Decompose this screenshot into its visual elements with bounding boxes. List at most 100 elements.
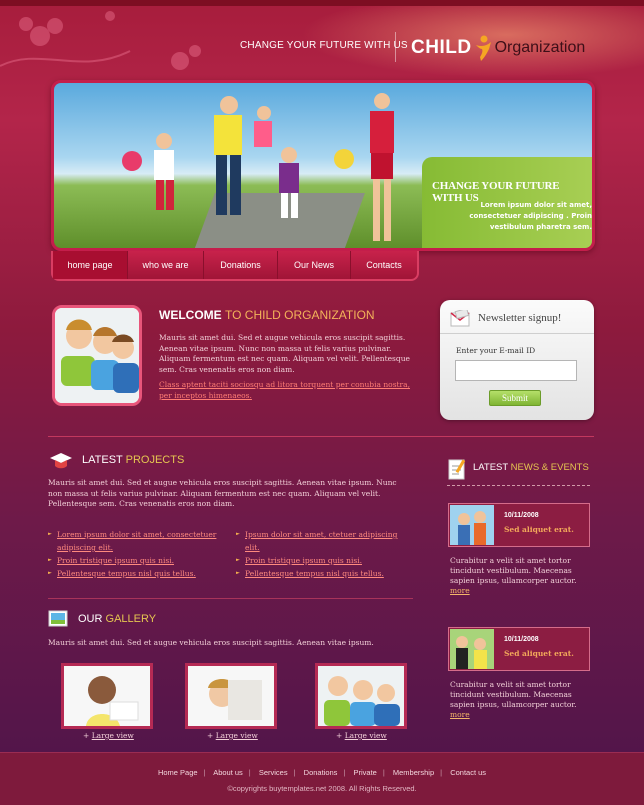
footer-separator: | — [293, 768, 296, 777]
email-field[interactable] — [455, 360, 577, 381]
projects-title: LATEST PROJECTS — [82, 454, 184, 466]
news-image — [450, 629, 494, 669]
footer-link-private[interactable]: Private — [353, 768, 376, 777]
project-link[interactable]: Proin tristique ipsum quis nisi. — [236, 554, 406, 567]
news-card[interactable]: 10/11/2008 Sed aliquet erat. — [448, 627, 590, 671]
newsletter-title: Newsletter signup! — [478, 312, 562, 324]
large-view-label: Large view — [344, 731, 387, 740]
footer-link-services[interactable]: Services — [259, 768, 288, 777]
news-more-link[interactable]: more — [450, 710, 470, 719]
footer-link-membership[interactable]: Membership — [393, 768, 434, 777]
header-tagline: CHANGE YOUR FUTURE WITH US — [240, 40, 408, 51]
nav-item-who-we-are[interactable]: who we are — [128, 251, 204, 279]
project-link[interactable]: Ipsum dolor sit amet, ctetuer adipiscing… — [236, 528, 406, 554]
news-text: Curabitur a velit sit amet tortor tincid… — [450, 556, 590, 596]
section-divider — [48, 598, 413, 599]
news-card[interactable]: 10/11/2008 Sed aliquet erat. — [448, 503, 590, 547]
plus-symbol: + — [336, 731, 343, 740]
notepad-icon — [448, 459, 466, 480]
nav-item-our-news[interactable]: Our News — [278, 251, 351, 279]
plus-symbol: + — [83, 731, 90, 740]
footer-separator: | — [382, 768, 385, 777]
gallery-title-main: OUR — [78, 613, 103, 625]
main-nav: home page who we are Donations Our News … — [51, 251, 419, 281]
project-link[interactable]: Pellentesque tempus nisl quis tellus. — [236, 567, 406, 580]
large-view-link[interactable]: + Large view — [336, 731, 387, 740]
header-divider — [395, 32, 396, 62]
welcome-photo — [52, 305, 142, 406]
figure-logo-icon — [475, 35, 491, 61]
footer-separator: | — [203, 768, 206, 777]
news-text: Curabitur a velit sit amet tortor tincid… — [450, 680, 590, 720]
gallery-title-accent: GALLERY — [105, 613, 157, 625]
project-link[interactable]: Pellentesque tempus nisl quis tellus. — [48, 567, 228, 580]
projects-title-main: LATEST — [82, 454, 123, 466]
photo-icon — [48, 610, 68, 627]
news-title: LATEST NEWS & EVENTS — [473, 462, 589, 473]
gallery-title: OUR GALLERY — [78, 613, 156, 625]
newsletter-box: Newsletter signup! Enter your E-mail ID … — [440, 300, 594, 420]
welcome-text: Mauris sit amet dui. Sed et augue vehicu… — [159, 333, 410, 374]
family-illustration — [122, 93, 394, 241]
project-link[interactable]: Lorem ipsum dolor sit amet, consectetuer… — [48, 528, 228, 554]
news-thumbnail — [450, 629, 494, 669]
children-photo-illustration — [55, 308, 139, 403]
news-headline: Sed aliquet erat. — [504, 525, 574, 534]
gallery-thumbnail[interactable] — [185, 663, 277, 729]
logo[interactable]: CHILD Organization — [411, 33, 585, 63]
gallery-thumbnail[interactable] — [315, 663, 407, 729]
footer-copyright: ©copyrights buytemplates.net 2008. All R… — [227, 784, 417, 793]
footer-link-about[interactable]: About us — [213, 768, 243, 777]
plus-symbol: + — [207, 731, 214, 740]
gallery-image — [318, 666, 404, 726]
footer-separator: | — [343, 768, 346, 777]
projects-title-accent: PROJECTS — [125, 454, 185, 466]
news-date: 10/11/2008 — [504, 512, 539, 519]
project-link[interactable]: Proin tristique ipsum quis nisi. — [48, 554, 228, 567]
floral-decoration-icon — [0, 11, 201, 70]
banner-text: Lorem ipsum dolor sit amet, consectetuer… — [469, 201, 592, 231]
footer-link-home[interactable]: Home Page — [158, 768, 198, 777]
footer-separator: | — [440, 768, 443, 777]
welcome-link[interactable]: Class aptent taciti sociosqu ad litora t… — [159, 380, 419, 401]
section-divider — [48, 436, 594, 437]
large-view-link[interactable]: + Large view — [207, 731, 258, 740]
projects-links-right: Ipsum dolor sit amet, ctetuer adipiscing… — [236, 528, 406, 580]
cap-icon — [50, 453, 72, 469]
news-body: Curabitur a velit sit amet tortor tincid… — [450, 680, 577, 709]
gallery-image — [64, 666, 150, 726]
news-title-main: LATEST — [473, 462, 509, 473]
footer-links: Home Page | About us | Services | Donations… — [0, 768, 644, 777]
news-image — [450, 505, 494, 545]
envelope-icon — [450, 310, 470, 327]
projects-text: Mauris sit amet dui. Sed et augue vehicu… — [48, 478, 397, 508]
welcome-title-main: WELCOME — [159, 308, 222, 322]
footer: Home Page | About us | Services | Donations… — [0, 752, 644, 805]
welcome-title: WELCOME TO CHILD ORGANIZATION — [159, 308, 375, 322]
large-view-link[interactable]: + Large view — [83, 731, 134, 740]
news-body: Curabitur a velit sit amet tortor tincid… — [450, 556, 577, 585]
large-view-label: Large view — [91, 731, 134, 740]
news-headline: Sed aliquet erat. — [504, 649, 574, 658]
nav-item-donations[interactable]: Donations — [204, 251, 278, 279]
news-divider — [447, 485, 590, 486]
news-date: 10/11/2008 — [504, 636, 539, 643]
header: CHANGE YOUR FUTURE WITH US CHILD Organiz… — [0, 6, 644, 78]
gallery-image — [188, 666, 274, 726]
banner: CHANGE YOUR FUTURE WITH US Lorem ipsum d… — [51, 80, 595, 251]
gallery-text: Mauris sit amet dui. Sed et augue vehicu… — [48, 638, 374, 647]
footer-separator: | — [248, 768, 251, 777]
news-title-accent: NEWS & EVENTS — [510, 462, 589, 473]
projects-links-left: Lorem ipsum dolor sit amet, consectetuer… — [48, 528, 228, 580]
news-thumbnail — [450, 505, 494, 545]
logo-child-text: CHILD — [411, 37, 472, 58]
gallery-thumbnail[interactable] — [61, 663, 153, 729]
logo-org-text: Organization — [494, 39, 586, 56]
nav-item-home[interactable]: home page — [53, 251, 128, 279]
submit-button[interactable]: Submit — [489, 390, 541, 406]
large-view-label: Large view — [215, 731, 258, 740]
nav-item-contacts[interactable]: Contacts — [351, 251, 417, 279]
footer-link-contact[interactable]: Contact us — [450, 768, 486, 777]
footer-link-donations[interactable]: Donations — [304, 768, 338, 777]
news-more-link[interactable]: more — [450, 586, 470, 595]
